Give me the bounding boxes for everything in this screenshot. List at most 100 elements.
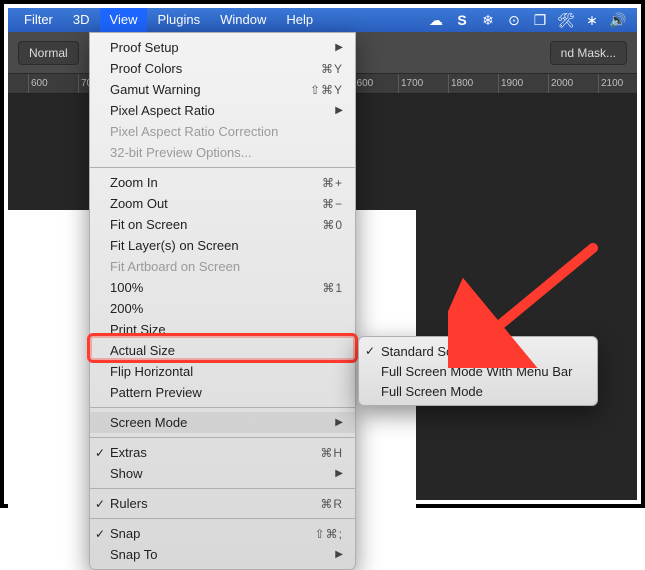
menu-item-screen-mode[interactable]: Screen Mode ▶: [90, 412, 355, 433]
menu-shortcut: ⌘1: [322, 281, 343, 295]
menu-item-200[interactable]: 200%: [90, 298, 355, 319]
menu-3d[interactable]: 3D: [63, 8, 100, 32]
menubar: Filter 3D View Plugins Window Help ☁ S ❄…: [8, 8, 637, 32]
menu-item-label: Show: [110, 466, 143, 481]
menu-item-pattern-preview[interactable]: Pattern Preview: [90, 382, 355, 403]
menu-shortcut: ⌘0: [322, 218, 343, 232]
bluetooth-icon[interactable]: ∗: [579, 12, 605, 29]
menu-item-32-bit-preview-options: 32-bit Preview Options...: [90, 142, 355, 163]
ruler-tick: 1900: [498, 74, 548, 93]
menu-item-flip-horizontal[interactable]: Flip Horizontal: [90, 361, 355, 382]
mask-button[interactable]: nd Mask...: [550, 41, 627, 65]
ruler-tick: 1700: [398, 74, 448, 93]
menu-item-label: Flip Horizontal: [110, 364, 193, 379]
menu-item-gamut-warning[interactable]: Gamut Warning ⇧⌘Y: [90, 79, 355, 100]
menu-item-zoom-in[interactable]: Zoom In ⌘+: [90, 172, 355, 193]
menu-item-label: Zoom In: [110, 175, 158, 190]
menu-shortcut: ⌘Y: [321, 62, 343, 76]
menu-item-label: 32-bit Preview Options...: [110, 145, 252, 160]
s-logo-icon[interactable]: S: [449, 12, 475, 28]
menu-separator: [90, 488, 355, 489]
submenu-item-full-screen-mode[interactable]: Full Screen Mode: [359, 381, 597, 401]
submenu-item-full-screen-mode-with-menu-bar[interactable]: Full Screen Mode With Menu Bar: [359, 361, 597, 381]
checkmark-icon: ✓: [95, 497, 105, 511]
submenu-arrow-icon: ▶: [335, 549, 343, 560]
menu-item-label: Proof Colors: [110, 61, 182, 76]
menu-shortcut: ⌘R: [320, 497, 343, 511]
menu-item-proof-colors[interactable]: Proof Colors ⌘Y: [90, 58, 355, 79]
menu-item-label: Pixel Aspect Ratio: [110, 103, 215, 118]
blend-mode-select[interactable]: Normal: [18, 41, 79, 65]
menu-shortcut: ⇧⌘Y: [310, 83, 343, 97]
menu-view[interactable]: View: [100, 8, 148, 32]
menu-item-label: Pixel Aspect Ratio Correction: [110, 124, 278, 139]
menu-item-label: Rulers: [110, 496, 148, 511]
submenu-item-label: Full Screen Mode With Menu Bar: [381, 364, 572, 379]
menu-item-label: 100%: [110, 280, 143, 295]
menu-filter[interactable]: Filter: [14, 8, 63, 32]
checkmark-icon: ✓: [95, 527, 105, 541]
menu-separator: [90, 518, 355, 519]
menu-item-label: Print Size: [110, 322, 166, 337]
menu-item-label: Proof Setup: [110, 40, 179, 55]
grid-icon[interactable]: ❄: [475, 12, 501, 29]
screen-mode-submenu: ✓ Standard Screen Mode Full Screen Mode Wi…: [358, 336, 598, 406]
menu-item-snap[interactable]: ✓ Snap ⇧⌘;: [90, 523, 355, 544]
menu-separator: [90, 407, 355, 408]
ruler-tick: 600: [28, 74, 78, 93]
menu-item-label: Fit Layer(s) on Screen: [110, 238, 239, 253]
menu-item-print-size[interactable]: Print Size: [90, 319, 355, 340]
menu-window[interactable]: Window: [210, 8, 276, 32]
menu-item-snap-to[interactable]: Snap To ▶: [90, 544, 355, 565]
menu-shortcut: ⌘+: [322, 176, 343, 190]
submenu-arrow-icon: ▶: [335, 417, 343, 428]
checkmark-icon: ✓: [95, 446, 105, 460]
menu-shortcut: ⌘−: [322, 197, 343, 211]
checkmark-icon: ✓: [365, 344, 375, 358]
menu-item-label: Snap: [110, 526, 140, 541]
cloud-icon[interactable]: ☁: [423, 12, 449, 29]
view-menu-dropdown: Proof Setup ▶ Proof Colors ⌘Y Gamut Warning ⇧…: [89, 32, 356, 570]
menu-item-label: Screen Mode: [110, 415, 187, 430]
menu-separator: [90, 167, 355, 168]
windows-icon[interactable]: ❐: [527, 12, 553, 29]
submenu-arrow-icon: ▶: [335, 468, 343, 479]
menu-item-label: Fit on Screen: [110, 217, 187, 232]
ruler-tick: 2100: [598, 74, 637, 93]
menu-shortcut: ⇧⌘;: [315, 527, 343, 541]
menu-help[interactable]: Help: [276, 8, 323, 32]
ruler-tick: 1800: [448, 74, 498, 93]
menu-item-zoom-out[interactable]: Zoom Out ⌘−: [90, 193, 355, 214]
submenu-item-label: Standard Screen Mode: [381, 344, 515, 359]
menu-item-label: Actual Size: [110, 343, 175, 358]
submenu-item-label: Full Screen Mode: [381, 384, 483, 399]
menu-item-label: Gamut Warning: [110, 82, 201, 97]
menu-plugins[interactable]: Plugins: [147, 8, 210, 32]
menu-item-fit-layer-s-on-screen[interactable]: Fit Layer(s) on Screen: [90, 235, 355, 256]
tool-icon[interactable]: 🛠: [553, 12, 579, 29]
menu-item-proof-setup[interactable]: Proof Setup ▶: [90, 37, 355, 58]
ruler-tick: 0: [8, 74, 28, 93]
menu-item-extras[interactable]: ✓ Extras ⌘H: [90, 442, 355, 463]
menu-item-pixel-aspect-ratio-correction: Pixel Aspect Ratio Correction: [90, 121, 355, 142]
menu-item-label: Extras: [110, 445, 147, 460]
menu-item-rulers[interactable]: ✓ Rulers ⌘R: [90, 493, 355, 514]
menu-item-fit-artboard-on-screen: Fit Artboard on Screen: [90, 256, 355, 277]
ruler-tick: 2000: [548, 74, 598, 93]
menu-item-label: Zoom Out: [110, 196, 168, 211]
menu-item-pixel-aspect-ratio[interactable]: Pixel Aspect Ratio ▶: [90, 100, 355, 121]
menu-item-label: 200%: [110, 301, 143, 316]
menu-shortcut: ⌘H: [320, 446, 343, 460]
volume-icon[interactable]: 🔊: [605, 12, 631, 29]
play-icon[interactable]: ⊙: [501, 12, 527, 29]
submenu-arrow-icon: ▶: [335, 42, 343, 53]
submenu-arrow-icon: ▶: [335, 105, 343, 116]
menu-separator: [90, 437, 355, 438]
menu-item-label: Pattern Preview: [110, 385, 202, 400]
menu-item-fit-on-screen[interactable]: Fit on Screen ⌘0: [90, 214, 355, 235]
menu-item-label: Snap To: [110, 547, 157, 562]
menu-item-show[interactable]: Show ▶: [90, 463, 355, 484]
menu-item-actual-size[interactable]: Actual Size: [90, 340, 355, 361]
submenu-item-standard-screen-mode[interactable]: ✓ Standard Screen Mode: [359, 341, 597, 361]
menu-item-100[interactable]: 100% ⌘1: [90, 277, 355, 298]
